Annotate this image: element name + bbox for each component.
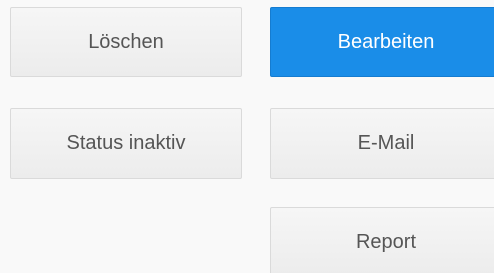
status-inactive-button[interactable]: Status inaktiv: [10, 108, 242, 179]
edit-button[interactable]: Bearbeiten: [270, 7, 494, 77]
email-button[interactable]: E-Mail: [270, 108, 494, 179]
delete-button[interactable]: Löschen: [10, 7, 242, 77]
action-button-panel: Löschen Bearbeiten Status inaktiv E-Mail…: [0, 0, 494, 273]
report-button[interactable]: Report: [270, 207, 494, 273]
